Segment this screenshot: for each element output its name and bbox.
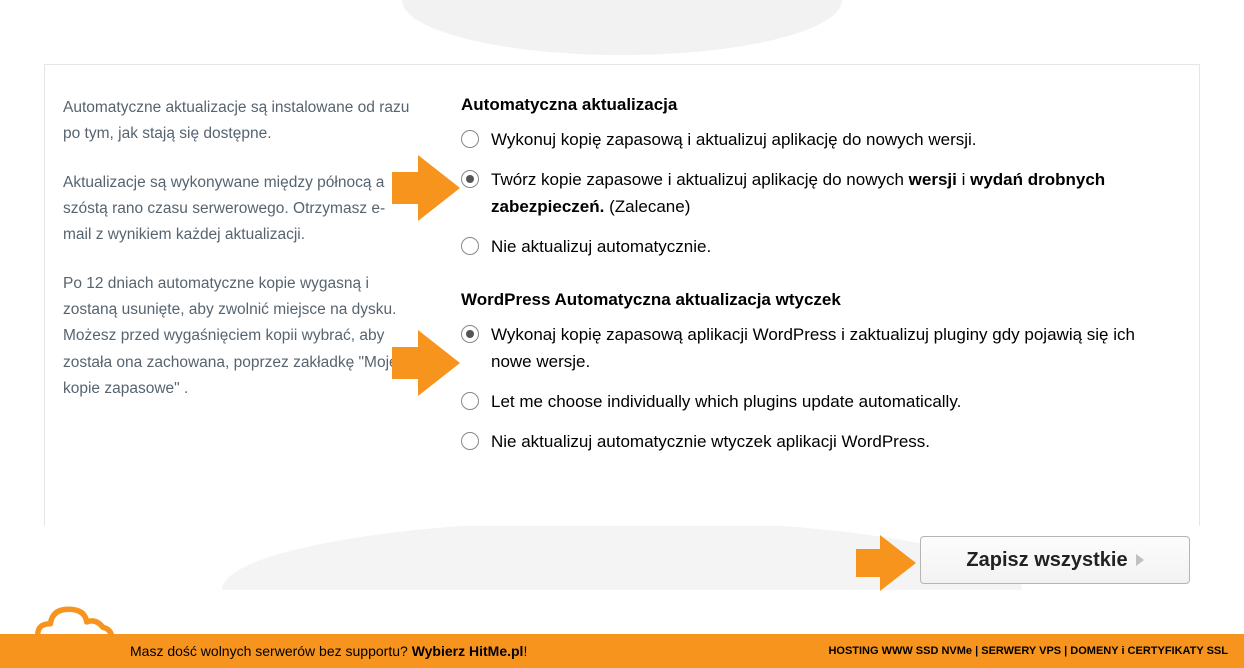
options-column: Automatyczna aktualizacja Wykonuj kopię … — [461, 95, 1171, 486]
radio-option-recommended[interactable]: Twórz kopie zapasowe i aktualizuj aplika… — [461, 167, 1171, 220]
info-paragraph: Automatyczne aktualizacje są instalowane… — [63, 95, 413, 148]
radio-option-plugin-auto[interactable]: Wykonaj kopię zapasową aplikacji WordPre… — [461, 322, 1171, 375]
radio-option-plugin-choose[interactable]: Let me choose individually which plugins… — [461, 389, 1171, 415]
auto-update-title: Automatyczna aktualizacja — [461, 95, 1171, 115]
settings-panel: Automatyczne aktualizacje są instalowane… — [44, 64, 1200, 526]
radio-label: Wykonuj kopię zapasową i aktualizuj apli… — [491, 127, 977, 153]
plugin-update-group: Wykonaj kopię zapasową aplikacji WordPre… — [461, 322, 1171, 455]
save-button-label: Zapisz wszystkie — [966, 549, 1127, 572]
radio-label: Nie aktualizuj automatycznie. — [491, 234, 711, 260]
radio-icon — [461, 237, 479, 255]
plugin-update-title: WordPress Automatyczna aktualizacja wtyc… — [461, 290, 1171, 310]
decorative-top-arc — [402, 0, 842, 55]
radio-icon — [461, 130, 479, 148]
radio-icon — [461, 392, 479, 410]
radio-icon — [461, 325, 479, 343]
info-paragraph: Po 12 dniach automatyczne kopie wygasną … — [63, 271, 413, 403]
pointer-arrow-icon — [418, 155, 460, 221]
save-all-button[interactable]: Zapisz wszystkie — [920, 536, 1190, 584]
radio-label: Wykonaj kopię zapasową aplikacji WordPre… — [491, 322, 1171, 375]
radio-icon — [461, 170, 479, 188]
radio-label: Let me choose individually which plugins… — [491, 389, 961, 415]
auto-update-group: Wykonuj kopię zapasową i aktualizuj apli… — [461, 127, 1171, 260]
radio-option-no-auto[interactable]: Nie aktualizuj automatycznie. — [461, 234, 1171, 260]
info-column: Automatyczne aktualizacje są instalowane… — [63, 95, 413, 486]
footer-left-text: Masz dość wolnych serwerów bez supportu?… — [130, 643, 527, 659]
radio-option-new-versions[interactable]: Wykonuj kopię zapasową i aktualizuj apli… — [461, 127, 1171, 153]
play-triangle-icon — [1136, 554, 1144, 566]
footer-banner: Masz dość wolnych serwerów bez supportu?… — [0, 634, 1244, 668]
radio-label: Nie aktualizuj automatycznie wtyczek apl… — [491, 429, 930, 455]
footer-right-text: HOSTING WWW SSD NVMe | SERWERY VPS | DOM… — [828, 645, 1228, 657]
info-paragraph: Aktualizacje są wykonywane między północ… — [63, 170, 413, 249]
pointer-arrow-icon — [418, 330, 460, 396]
radio-label: Twórz kopie zapasowe i aktualizuj aplika… — [491, 167, 1171, 220]
radio-icon — [461, 432, 479, 450]
pointer-arrow-icon — [880, 535, 916, 591]
radio-option-plugin-none[interactable]: Nie aktualizuj automatycznie wtyczek apl… — [461, 429, 1171, 455]
